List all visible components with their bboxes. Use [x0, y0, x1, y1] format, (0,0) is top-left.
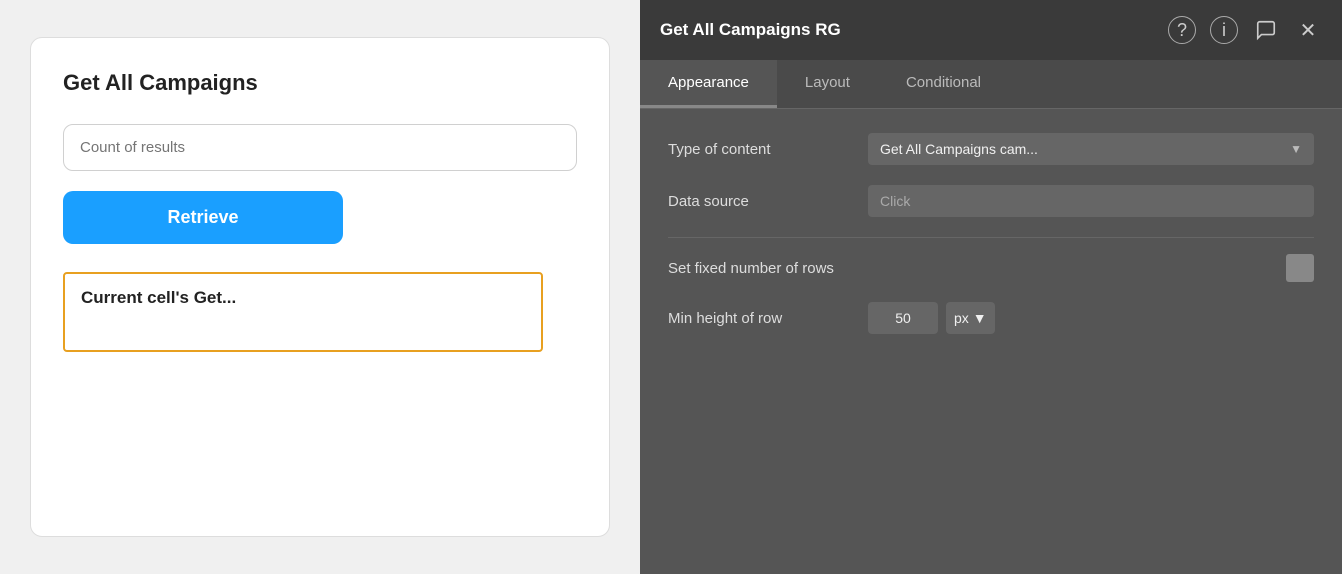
right-panel: Get All Campaigns RG ? i ✕ Appearance La…: [640, 0, 1342, 574]
set-fixed-rows-toggle[interactable]: [1286, 254, 1314, 282]
chat-icon[interactable]: [1252, 16, 1280, 44]
data-source-row: Data source Click: [668, 185, 1314, 217]
tabs-row: Appearance Layout Conditional: [640, 60, 1342, 109]
min-height-row: Min height of row px ▼: [668, 302, 1314, 334]
set-fixed-rows-row: Set fixed number of rows: [668, 254, 1314, 282]
close-icon[interactable]: ✕: [1294, 16, 1322, 44]
type-of-content-select[interactable]: Get All Campaigns cam... ▼: [868, 133, 1314, 165]
tab-conditional[interactable]: Conditional: [878, 60, 1009, 108]
widget-title: Get All Campaigns: [63, 70, 577, 96]
unit-select[interactable]: px ▼: [946, 302, 995, 334]
data-source-click[interactable]: Click: [868, 185, 1314, 217]
chevron-down-icon: ▼: [1290, 142, 1302, 156]
left-panel: Get All Campaigns Retrieve Current cell'…: [0, 0, 640, 574]
min-height-input[interactable]: [868, 302, 938, 334]
unit-chevron-icon: ▼: [973, 310, 987, 326]
tab-layout[interactable]: Layout: [777, 60, 878, 108]
info-icon[interactable]: i: [1210, 16, 1238, 44]
panel-title: Get All Campaigns RG: [660, 20, 841, 40]
retrieve-button[interactable]: Retrieve: [63, 191, 343, 244]
tab-appearance[interactable]: Appearance: [640, 60, 777, 108]
header-icons: ? i ✕: [1168, 16, 1322, 44]
data-source-label: Data source: [668, 193, 868, 210]
min-height-label: Min height of row: [668, 310, 868, 327]
count-input[interactable]: [63, 124, 577, 171]
set-fixed-rows-label: Set fixed number of rows: [668, 260, 1286, 277]
panel-header: Get All Campaigns RG ? i ✕: [640, 0, 1342, 60]
divider: [668, 237, 1314, 238]
type-of-content-row: Type of content Get All Campaigns cam...…: [668, 133, 1314, 165]
help-icon[interactable]: ?: [1168, 16, 1196, 44]
min-height-controls: px ▼: [868, 302, 995, 334]
unit-label: px: [954, 310, 969, 326]
data-source-field[interactable]: Click: [868, 185, 1314, 217]
type-of-content-dropdown[interactable]: Get All Campaigns cam... ▼: [868, 133, 1314, 165]
type-of-content-label: Type of content: [668, 141, 868, 158]
widget-card: Get All Campaigns Retrieve Current cell'…: [30, 37, 610, 537]
cell-text: Current cell's Get...: [81, 288, 236, 307]
panel-content: Type of content Get All Campaigns cam...…: [640, 109, 1342, 574]
cell-box: Current cell's Get...: [63, 272, 543, 352]
type-of-content-value: Get All Campaigns cam...: [880, 141, 1038, 157]
